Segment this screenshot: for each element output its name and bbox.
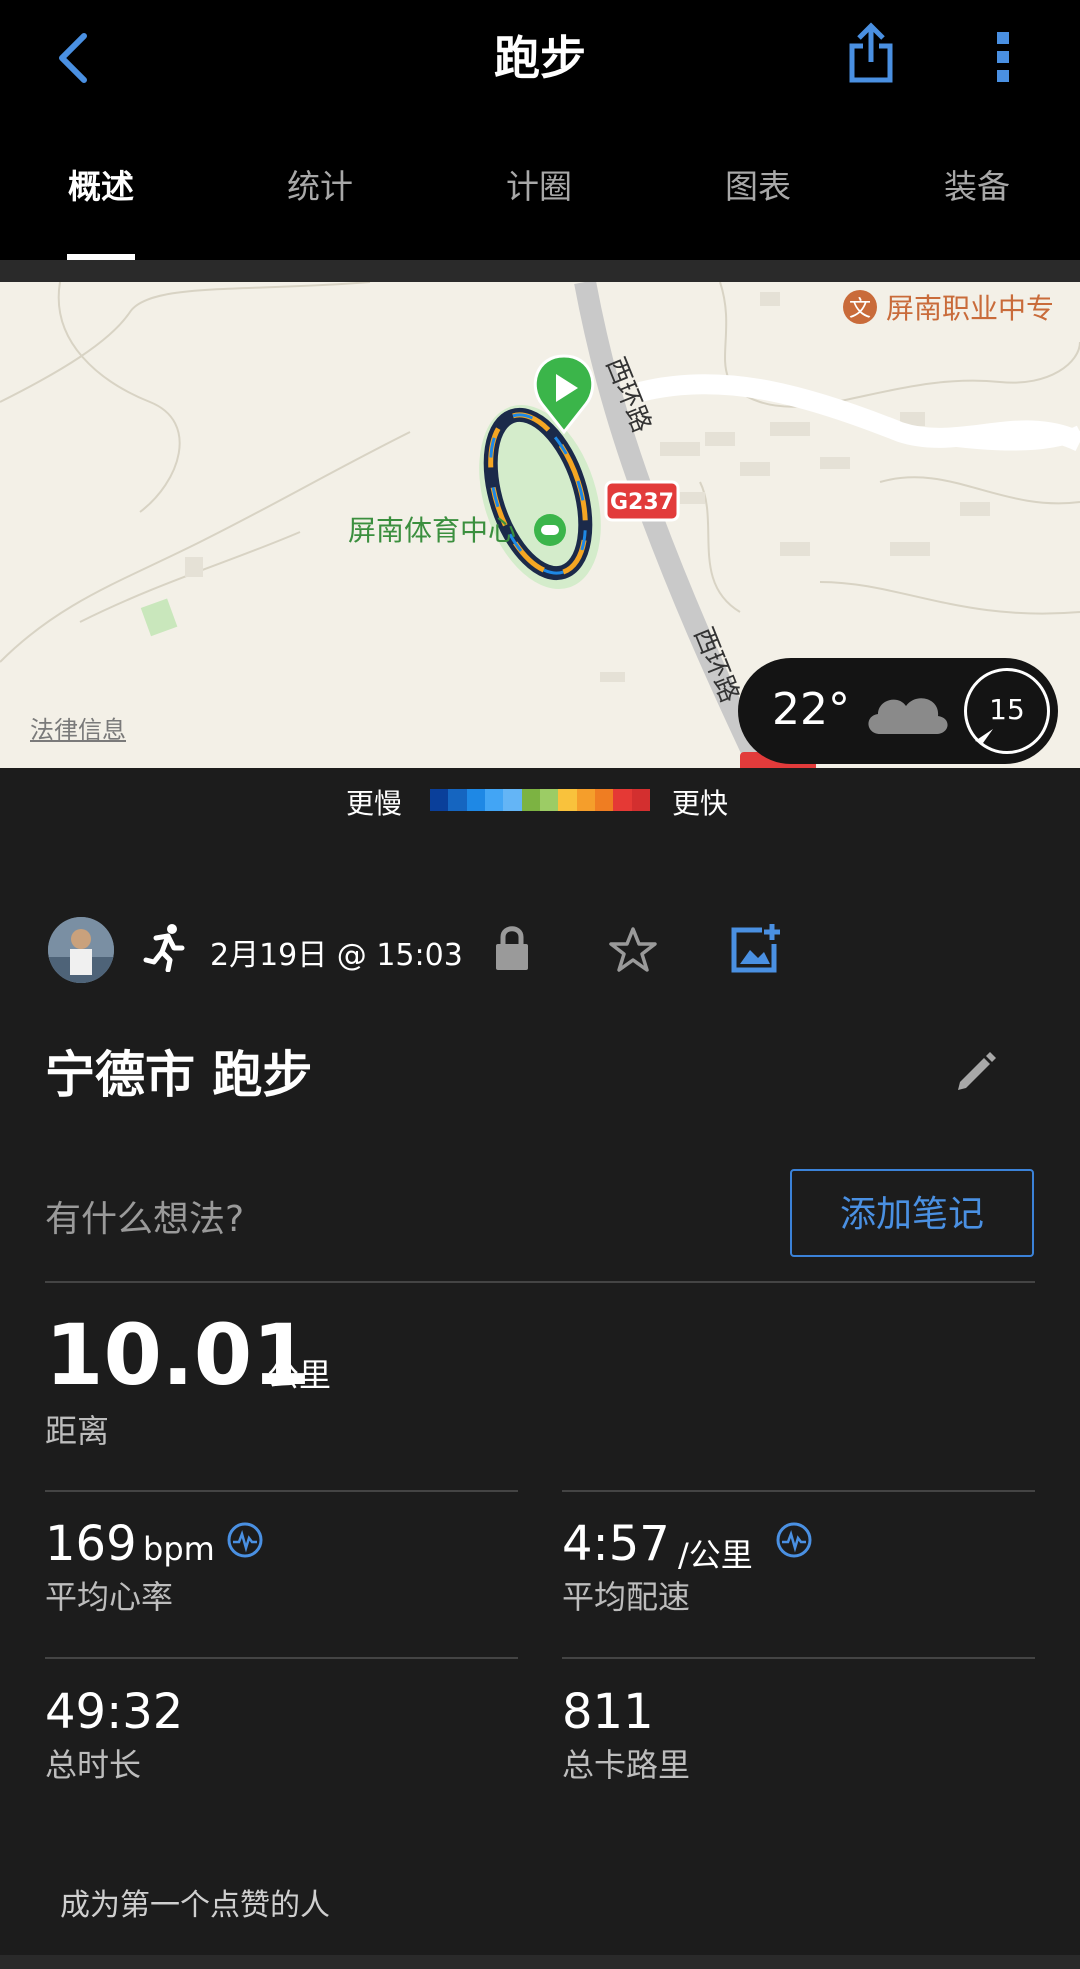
avatar-image [48,917,114,983]
cloud-icon [868,698,948,734]
svg-text:屏南体育中心: 屏南体育中心 [348,514,516,547]
star-icon [609,927,657,972]
legend-fast-label: 更快 [672,787,729,820]
notes-input[interactable]: 有什么想法? [45,1190,244,1242]
privacy-lock-button[interactable] [494,924,530,976]
distance-unit: 公里 [267,1356,332,1394]
add-photo-button[interactable] [730,922,782,978]
legal-info-link[interactable]: 法律信息 [30,710,126,745]
pace-sensor-icon [776,1522,812,1558]
avatar[interactable] [48,917,114,983]
avg-pace-stat[interactable]: 4:57 /公里 平均配速 [562,1508,1032,1618]
activity-type-running-icon [142,922,186,976]
divider [562,1657,1035,1659]
divider [562,1490,1035,1492]
tab-overview[interactable]: 概述 [11,160,191,208]
tab-stats[interactable]: 统计 [230,160,410,208]
favorite-button[interactable] [608,926,658,978]
tab-charts[interactable]: 图表 [668,160,848,208]
heart-rate-sensor-icon [227,1522,263,1558]
pencil-icon [958,1052,996,1090]
divider [45,1281,1035,1283]
avg-pace-value: 4:57 [562,1516,670,1572]
temperature: 22° [772,684,850,735]
add-note-button[interactable]: 添加笔记 [790,1169,1034,1257]
svg-text:G237: G237 [610,490,674,515]
pace-color-legend [430,789,650,811]
avg-heart-rate-stat[interactable]: 169 bpm 平均心率 [45,1508,515,1618]
activity-date: 2月19日 @ 15:03 [210,938,463,973]
more-vertical-icon [997,32,1009,82]
share-button[interactable] [846,22,896,84]
page-title: 跑步 [494,31,586,85]
edit-title-button[interactable] [954,1050,998,1098]
app-header: 跑步 概述 统计 计圈 图表 装备 [0,0,1080,260]
duration-label: 总时长 [45,1746,142,1784]
avg-pace-label: 平均配速 [562,1578,691,1616]
footer-divider [0,1955,1080,1969]
route-map[interactable]: G237 西环路 西环路 屏南体育中心 文 屏南职业中专 法律信息 22° 15 [0,282,1080,768]
divider [45,1657,518,1659]
svg-text:西环路: 西环路 [688,623,745,707]
add-photo-icon [731,924,780,973]
svg-text:文: 文 [849,297,871,322]
avg-hr-value: 169 [45,1516,137,1572]
activity-title: 宁德市 跑步 [45,1046,313,1104]
tab-gear[interactable]: 装备 [887,160,1067,208]
header-divider [0,260,1080,282]
share-icon [849,22,893,83]
legend-slow-label: 更慢 [346,787,403,820]
weather-badge: 22° 15 [738,658,1058,764]
wind-indicator: 15 [964,668,1050,754]
distance-label: 距离 [45,1412,110,1450]
likes-prompt[interactable]: 成为第一个点赞的人 [60,1880,330,1924]
calories-label: 总卡路里 [562,1746,691,1784]
avg-pace-unit: /公里 [678,1536,753,1574]
tab-laps[interactable]: 计圈 [449,160,629,208]
calories-value: 811 [562,1684,654,1740]
avg-hr-unit: bpm [143,1530,215,1568]
duration-value: 49:32 [45,1684,184,1740]
lock-icon [496,926,528,970]
avg-hr-label: 平均心率 [45,1578,174,1616]
more-options-button[interactable] [988,30,1018,84]
divider [45,1490,518,1492]
wind-direction-icon [975,729,993,743]
svg-text:屏南职业中专: 屏南职业中专 [886,292,1054,325]
